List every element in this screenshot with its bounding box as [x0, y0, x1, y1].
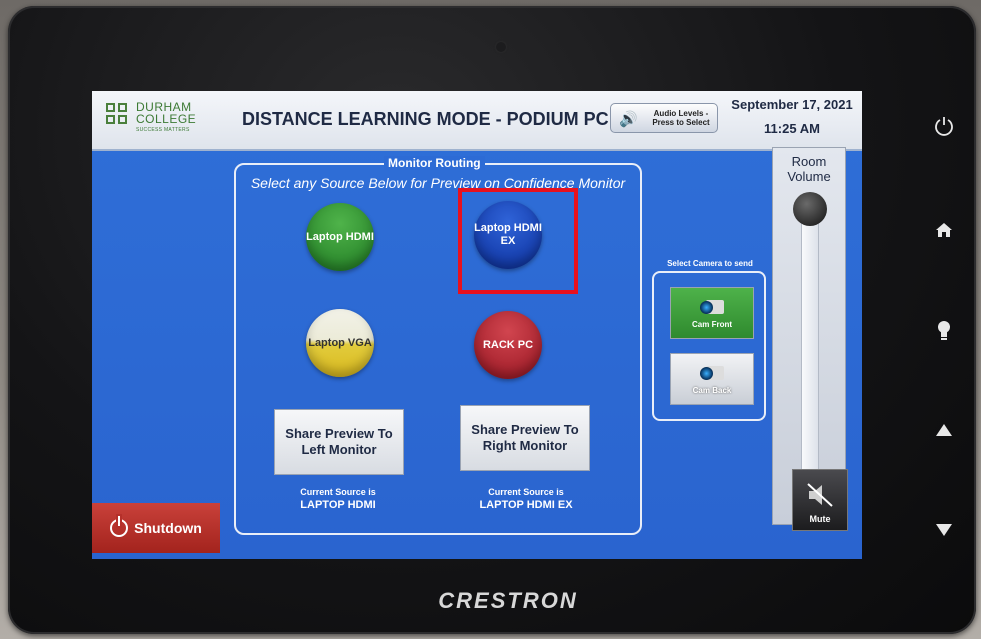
- college-logo: DURHAM COLLEGE SUCCESS MATTERS: [106, 101, 202, 137]
- audio-levels-label: Audio Levels - Press to Select: [652, 109, 710, 127]
- camera-select-panel: Select Camera to send Cam Front Cam Back: [652, 259, 766, 421]
- mute-label: Mute: [809, 514, 831, 524]
- college-logo-mark: [106, 103, 130, 127]
- shutdown-button[interactable]: Shutdown: [92, 503, 220, 553]
- camera-select-title: Select Camera to send: [662, 259, 758, 268]
- cam-back-button[interactable]: Cam Back: [670, 353, 754, 405]
- current-source-left: Current Source is LAPTOP HDMI: [258, 487, 418, 511]
- up-arrow-icon[interactable]: [926, 412, 962, 448]
- current-source-left-label: Current Source is: [300, 487, 376, 497]
- speaker-icon: 🔊: [619, 111, 638, 128]
- cam-back-label: Cam Back: [692, 385, 732, 395]
- volume-slider-track[interactable]: [801, 216, 819, 506]
- current-source-right-value: LAPTOP HDMI EX: [479, 499, 573, 511]
- current-source-left-value: LAPTOP HDMI: [300, 499, 376, 511]
- camera-icon: [700, 298, 724, 316]
- crestron-logo: CRESTRON: [438, 588, 578, 613]
- logo-line2: COLLEGE: [136, 112, 197, 126]
- monitor-routing-panel: Monitor Routing Select any Source Below …: [234, 156, 642, 535]
- source-label: Laptop VGA: [308, 336, 372, 349]
- shutdown-label: Shutdown: [134, 520, 202, 536]
- source-laptop-hdmi-button[interactable]: Laptop HDMI: [306, 203, 374, 271]
- touch-screen: DURHAM COLLEGE SUCCESS MATTERS DISTANCE …: [92, 91, 862, 559]
- routing-instructions: Select any Source Below for Preview on C…: [250, 175, 626, 191]
- page-title: DISTANCE LEARNING MODE - PODIUM PC: [242, 109, 609, 129]
- speaker-muted-icon: [805, 482, 835, 508]
- down-arrow-icon[interactable]: [926, 512, 962, 548]
- current-source-right-label: Current Source is: [488, 487, 564, 497]
- source-rack-pc-button[interactable]: RACK PC: [474, 311, 542, 379]
- mute-button[interactable]: Mute: [792, 469, 848, 531]
- volume-slider-knob[interactable]: [793, 192, 827, 226]
- monitor-routing-title: Monitor Routing: [384, 156, 485, 170]
- power-icon[interactable]: [926, 108, 962, 144]
- time-display: 11:25 AM: [764, 121, 820, 136]
- share-preview-right-button[interactable]: Share Preview To Right Monitor: [460, 405, 590, 471]
- front-camera-lens: [496, 42, 506, 52]
- audio-levels-button[interactable]: 🔊 Audio Levels - Press to Select: [610, 103, 718, 133]
- source-label: Laptop HDMI: [306, 230, 374, 243]
- cam-front-button[interactable]: Cam Front: [670, 287, 754, 339]
- room-volume-label: Room Volume: [787, 154, 831, 184]
- logo-tagline: SUCCESS MATTERS: [136, 127, 190, 133]
- camera-icon: [700, 364, 724, 382]
- share-preview-left-button[interactable]: Share Preview To Left Monitor: [274, 409, 404, 475]
- lightbulb-icon[interactable]: [926, 312, 962, 348]
- date-display: September 17, 2021: [731, 97, 853, 112]
- cam-front-label: Cam Front: [692, 319, 732, 329]
- header-bar: DURHAM COLLEGE SUCCESS MATTERS DISTANCE …: [92, 91, 862, 151]
- home-icon[interactable]: [926, 212, 962, 248]
- current-source-right: Current Source is LAPTOP HDMI EX: [446, 487, 606, 511]
- source-laptop-vga-button[interactable]: Laptop VGA: [306, 309, 374, 377]
- power-icon: [110, 516, 129, 537]
- source-label: RACK PC: [482, 338, 534, 351]
- highlight-box: [458, 188, 578, 294]
